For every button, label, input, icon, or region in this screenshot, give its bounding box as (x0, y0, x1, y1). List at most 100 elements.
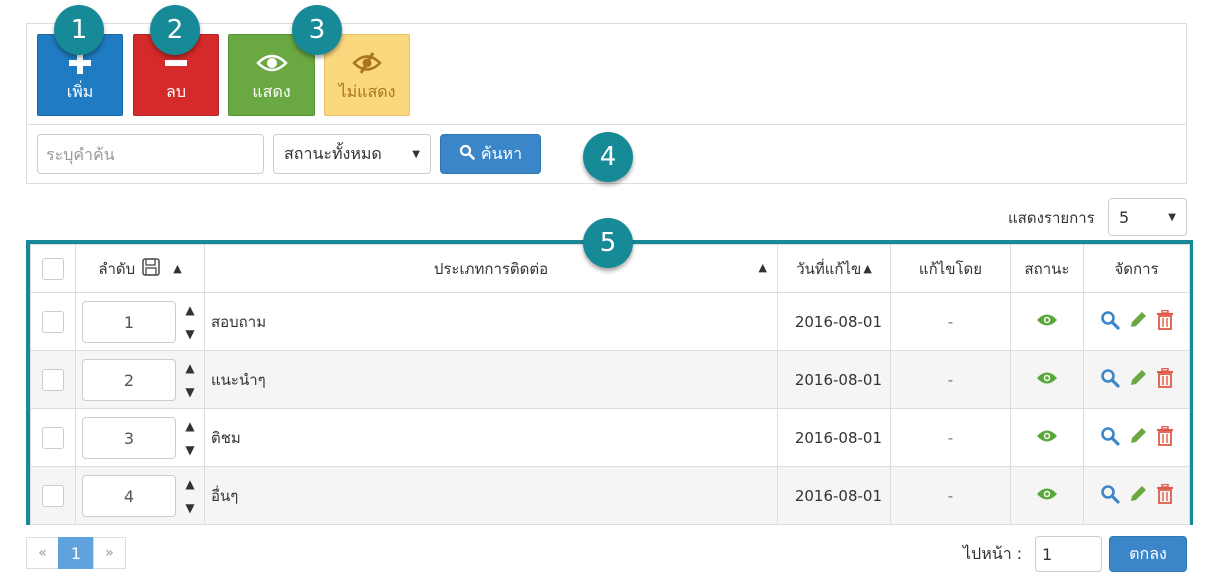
order-input[interactable]: 1 (82, 301, 176, 343)
trash-icon[interactable] (1156, 367, 1174, 392)
header-order-label: ลำดับ (98, 259, 136, 278)
edited-by-cell: - (890, 408, 1011, 467)
type-cell: แนะนำๆ (204, 350, 778, 409)
row-checkbox[interactable] (42, 484, 64, 507)
eye-icon[interactable] (1036, 429, 1058, 447)
type-cell: สอบถาม (204, 292, 778, 351)
manage-cell (1083, 466, 1190, 525)
select-all-checkbox[interactable] (42, 257, 64, 280)
eye-icon[interactable] (1036, 371, 1058, 389)
show-label: แสดง (252, 82, 291, 101)
eye-slash-icon (325, 45, 409, 81)
date-cell: 2016-08-01 (777, 292, 891, 351)
edit-icon[interactable] (1128, 426, 1148, 450)
callout-3: 3 (292, 5, 342, 55)
show-rows-value: 5 (1119, 207, 1130, 227)
sort-up-icon: ▲ (758, 261, 767, 274)
type-cell: อื่นๆ (204, 466, 778, 525)
header-type[interactable]: ประเภทการติดต่อ ▲ (204, 244, 778, 293)
edit-icon[interactable] (1128, 484, 1148, 508)
header-manage: จัดการ (1083, 244, 1190, 293)
date-cell: 2016-08-01 (777, 350, 891, 409)
eye-icon (229, 45, 314, 81)
edited-by-cell: - (890, 292, 1011, 351)
goto-page-button[interactable]: ตกลง (1109, 536, 1187, 572)
trash-icon[interactable] (1156, 309, 1174, 334)
header-date[interactable]: วันที่แก้ไข ▲ (777, 244, 891, 293)
arrow-down-icon[interactable]: ▼ (185, 443, 194, 457)
header-type-label: ประเภทการติดต่อ (433, 259, 549, 278)
type-cell: ติชม (204, 408, 778, 467)
search-icon (459, 144, 475, 164)
hide-label: ไม่แสดง (338, 82, 396, 101)
edit-icon[interactable] (1128, 368, 1148, 392)
date-cell: 2016-08-01 (777, 466, 891, 525)
save-icon[interactable] (141, 257, 161, 281)
date-cell: 2016-08-01 (777, 408, 891, 467)
eye-icon[interactable] (1036, 313, 1058, 331)
order-spinner[interactable]: ▲ ▼ (182, 419, 198, 457)
row-checkbox[interactable] (42, 368, 64, 391)
row-select-cell (30, 292, 76, 351)
pagination-prev[interactable]: « (26, 537, 59, 569)
search-input[interactable] (37, 134, 264, 174)
row-checkbox[interactable] (42, 310, 64, 333)
view-icon[interactable] (1100, 310, 1120, 334)
table-row: 1 ▲ ▼ สอบถาม 2016-08-01 - (30, 292, 1190, 351)
status-cell (1010, 350, 1084, 409)
table-row: 3 ▲ ▼ ติชม 2016-08-01 - (30, 408, 1190, 467)
data-table: ลำดับ ▲ ประเภทการติดต่อ ▲ วันที่แก้ไข ▲ (26, 240, 1193, 525)
order-input[interactable]: 4 (82, 475, 176, 517)
row-select-cell (30, 466, 76, 525)
trash-icon[interactable] (1156, 425, 1174, 450)
table-row: 2 ▲ ▼ แนะนำๆ 2016-08-01 - (30, 350, 1190, 409)
sort-up-icon: ▲ (863, 262, 872, 275)
caret-down-icon: ▼ (412, 148, 420, 160)
goto-page-input[interactable]: 1 (1035, 536, 1102, 572)
delete-label: ลบ (166, 82, 186, 101)
show-rows-select[interactable]: 5 ▼ (1108, 198, 1187, 236)
arrow-down-icon[interactable]: ▼ (185, 501, 194, 515)
view-icon[interactable] (1100, 484, 1120, 508)
arrow-down-icon[interactable]: ▼ (185, 327, 194, 341)
arrow-up-icon[interactable]: ▲ (185, 419, 194, 433)
manage-cell (1083, 350, 1190, 409)
callout-4: 4 (583, 132, 633, 182)
trash-icon[interactable] (1156, 483, 1174, 508)
manage-cell (1083, 292, 1190, 351)
order-spinner[interactable]: ▲ ▼ (182, 477, 198, 515)
sort-up-icon: ▲ (173, 262, 182, 275)
order-input[interactable]: 3 (82, 417, 176, 459)
search-button[interactable]: ค้นหา (440, 134, 541, 174)
add-label: เพิ่ม (66, 82, 94, 101)
status-cell (1010, 292, 1084, 351)
hide-button[interactable]: ไม่แสดง (324, 34, 410, 116)
pagination-next[interactable]: » (93, 537, 126, 569)
arrow-up-icon[interactable]: ▲ (185, 477, 194, 491)
caret-down-icon: ▼ (1168, 211, 1176, 223)
view-icon[interactable] (1100, 426, 1120, 450)
status-select[interactable]: สถานะทั้งหมด ▼ (273, 134, 431, 174)
row-checkbox[interactable] (42, 426, 64, 449)
order-cell: 1 ▲ ▼ (75, 292, 205, 351)
header-edited-by: แก้ไขโดย (890, 244, 1011, 293)
status-cell (1010, 466, 1084, 525)
order-input[interactable]: 2 (82, 359, 176, 401)
header-date-label: วันที่แก้ไข (796, 259, 862, 278)
row-select-cell (30, 408, 76, 467)
eye-icon[interactable] (1036, 487, 1058, 505)
arrow-up-icon[interactable]: ▲ (185, 303, 194, 317)
view-icon[interactable] (1100, 368, 1120, 392)
edit-icon[interactable] (1128, 310, 1148, 334)
arrow-down-icon[interactable]: ▼ (185, 385, 194, 399)
pagination-page-current[interactable]: 1 (58, 537, 94, 569)
order-spinner[interactable]: ▲ ▼ (182, 361, 198, 399)
order-cell: 2 ▲ ▼ (75, 350, 205, 409)
goto-page-label: ไปหน้า : (963, 544, 1023, 563)
select-all-cell (30, 244, 76, 293)
header-order[interactable]: ลำดับ ▲ (75, 244, 205, 293)
order-spinner[interactable]: ▲ ▼ (182, 303, 198, 341)
status-select-value: สถานะทั้งหมด (284, 143, 382, 163)
pagination: « 1 » (26, 537, 126, 569)
arrow-up-icon[interactable]: ▲ (185, 361, 194, 375)
